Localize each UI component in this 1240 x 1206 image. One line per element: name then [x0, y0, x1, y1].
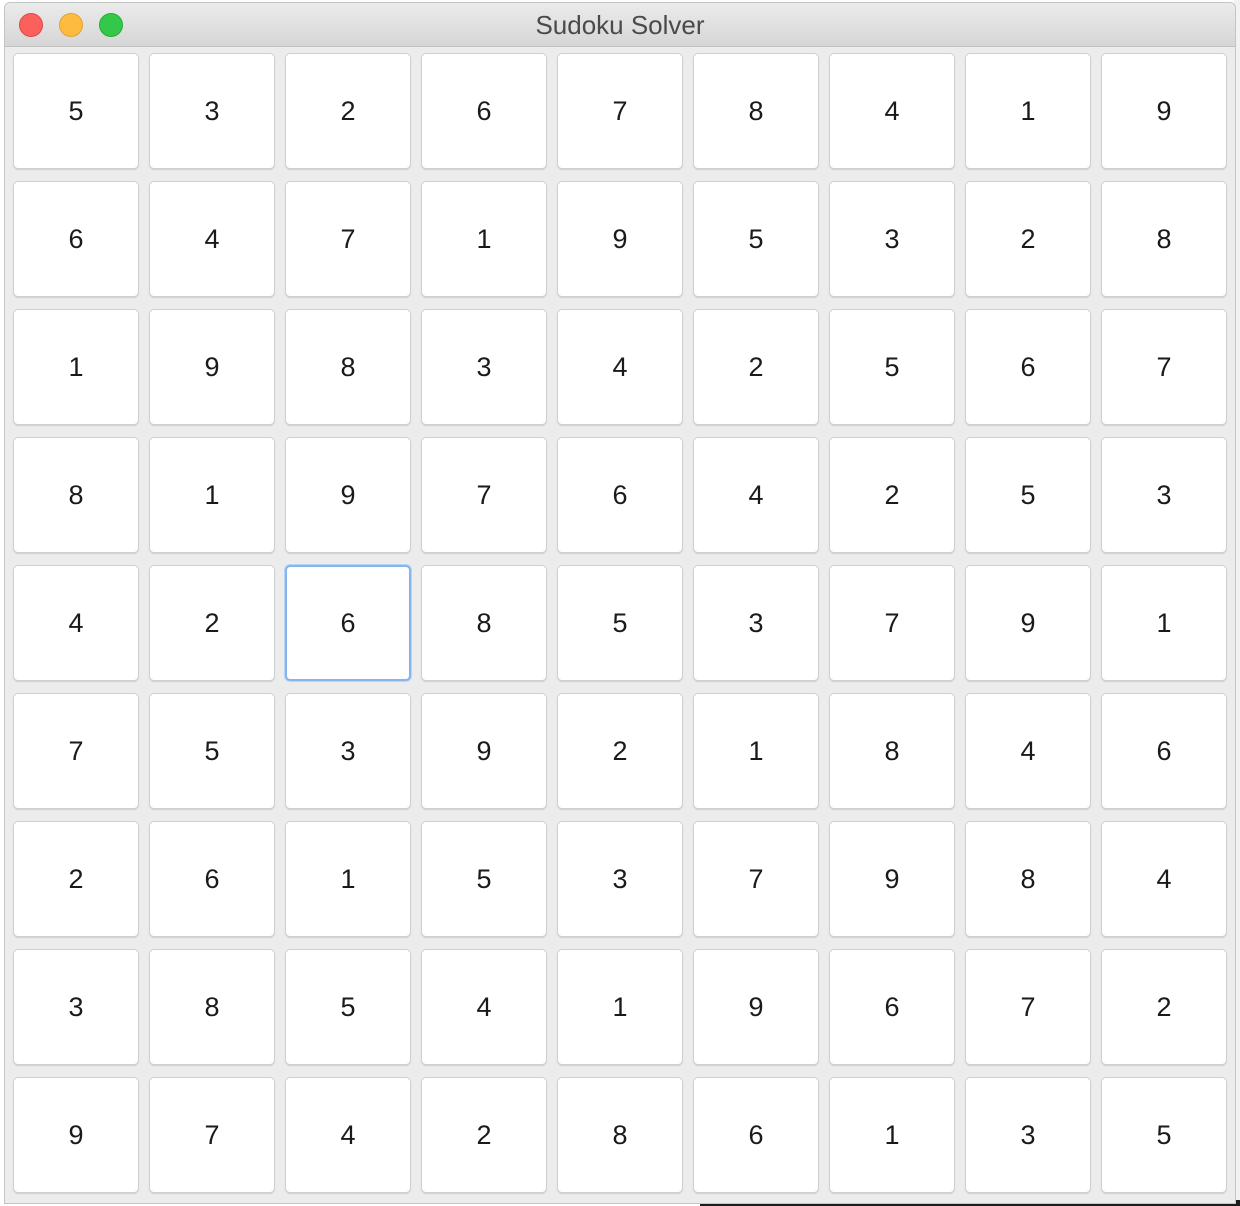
sudoku-cell-r6-c1[interactable]: 7	[13, 693, 139, 809]
sudoku-cell-r1-c2[interactable]: 3	[149, 53, 275, 169]
sudoku-cell-r4-c7[interactable]: 2	[829, 437, 955, 553]
sudoku-cell-r2-c4[interactable]: 1	[421, 181, 547, 297]
sudoku-cell-r3-c3[interactable]: 8	[285, 309, 411, 425]
sudoku-cell-r3-c4[interactable]: 3	[421, 309, 547, 425]
sudoku-cell-r6-c9[interactable]: 6	[1101, 693, 1227, 809]
sudoku-cell-r9-c5[interactable]: 8	[557, 1077, 683, 1193]
sudoku-cell-r5-c7[interactable]: 7	[829, 565, 955, 681]
sudoku-cell-r1-c8[interactable]: 1	[965, 53, 1091, 169]
sudoku-grid: 5326784196471953281983425678197642534268…	[13, 53, 1227, 1193]
sudoku-cell-r7-c8[interactable]: 8	[965, 821, 1091, 937]
sudoku-cell-r7-c7[interactable]: 9	[829, 821, 955, 937]
sudoku-cell-r9-c9[interactable]: 5	[1101, 1077, 1227, 1193]
sudoku-cell-r8-c1[interactable]: 3	[13, 949, 139, 1065]
sudoku-cell-r8-c3[interactable]: 5	[285, 949, 411, 1065]
sudoku-cell-r7-c5[interactable]: 3	[557, 821, 683, 937]
sudoku-cell-r7-c9[interactable]: 4	[1101, 821, 1227, 937]
sudoku-cell-r2-c3[interactable]: 7	[285, 181, 411, 297]
title-bar[interactable]: Sudoku Solver	[5, 3, 1235, 47]
sudoku-cell-r9-c3[interactable]: 4	[285, 1077, 411, 1193]
sudoku-cell-r3-c1[interactable]: 1	[13, 309, 139, 425]
sudoku-cell-r6-c7[interactable]: 8	[829, 693, 955, 809]
sudoku-cell-r9-c2[interactable]: 7	[149, 1077, 275, 1193]
sudoku-cell-r2-c8[interactable]: 2	[965, 181, 1091, 297]
sudoku-cell-r6-c4[interactable]: 9	[421, 693, 547, 809]
sudoku-cell-r9-c4[interactable]: 2	[421, 1077, 547, 1193]
sudoku-cell-r4-c6[interactable]: 4	[693, 437, 819, 553]
sudoku-cell-r3-c6[interactable]: 2	[693, 309, 819, 425]
sudoku-cell-r4-c8[interactable]: 5	[965, 437, 1091, 553]
sudoku-cell-r5-c6[interactable]: 3	[693, 565, 819, 681]
sudoku-cell-r7-c6[interactable]: 7	[693, 821, 819, 937]
sudoku-cell-r5-c5[interactable]: 5	[557, 565, 683, 681]
sudoku-cell-r3-c5[interactable]: 4	[557, 309, 683, 425]
sudoku-cell-r1-c9[interactable]: 9	[1101, 53, 1227, 169]
sudoku-cell-r3-c7[interactable]: 5	[829, 309, 955, 425]
sudoku-cell-r2-c7[interactable]: 3	[829, 181, 955, 297]
sudoku-cell-r8-c6[interactable]: 9	[693, 949, 819, 1065]
sudoku-cell-r6-c3[interactable]: 3	[285, 693, 411, 809]
sudoku-cell-r7-c4[interactable]: 5	[421, 821, 547, 937]
sudoku-cell-r5-c3[interactable]: 6	[285, 565, 411, 681]
sudoku-cell-r7-c1[interactable]: 2	[13, 821, 139, 937]
sudoku-cell-r4-c1[interactable]: 8	[13, 437, 139, 553]
sudoku-cell-r3-c8[interactable]: 6	[965, 309, 1091, 425]
sudoku-cell-r7-c3[interactable]: 1	[285, 821, 411, 937]
sudoku-cell-r5-c4[interactable]: 8	[421, 565, 547, 681]
sudoku-cell-r2-c5[interactable]: 9	[557, 181, 683, 297]
sudoku-cell-r4-c4[interactable]: 7	[421, 437, 547, 553]
window-title: Sudoku Solver	[535, 10, 705, 40]
sudoku-cell-r4-c2[interactable]: 1	[149, 437, 275, 553]
sudoku-cell-r2-c1[interactable]: 6	[13, 181, 139, 297]
sudoku-cell-r9-c7[interactable]: 1	[829, 1077, 955, 1193]
sudoku-cell-r3-c2[interactable]: 9	[149, 309, 275, 425]
sudoku-cell-r5-c1[interactable]: 4	[13, 565, 139, 681]
sudoku-cell-r1-c5[interactable]: 7	[557, 53, 683, 169]
sudoku-cell-r3-c9[interactable]: 7	[1101, 309, 1227, 425]
sudoku-cell-r2-c9[interactable]: 8	[1101, 181, 1227, 297]
sudoku-cell-r6-c8[interactable]: 4	[965, 693, 1091, 809]
sudoku-window: Sudoku Solver 53267841964719532819834256…	[4, 2, 1236, 1204]
sudoku-cell-r4-c3[interactable]: 9	[285, 437, 411, 553]
sudoku-cell-r7-c2[interactable]: 6	[149, 821, 275, 937]
sudoku-cell-r8-c9[interactable]: 2	[1101, 949, 1227, 1065]
sudoku-cell-r5-c9[interactable]: 1	[1101, 565, 1227, 681]
sudoku-cell-r8-c7[interactable]: 6	[829, 949, 955, 1065]
sudoku-cell-r1-c3[interactable]: 2	[285, 53, 411, 169]
sudoku-cell-r6-c2[interactable]: 5	[149, 693, 275, 809]
sudoku-cell-r5-c8[interactable]: 9	[965, 565, 1091, 681]
sudoku-cell-r1-c6[interactable]: 8	[693, 53, 819, 169]
sudoku-cell-r2-c6[interactable]: 5	[693, 181, 819, 297]
sudoku-cell-r9-c6[interactable]: 6	[693, 1077, 819, 1193]
sudoku-cell-r4-c9[interactable]: 3	[1101, 437, 1227, 553]
sudoku-cell-r6-c5[interactable]: 2	[557, 693, 683, 809]
sudoku-cell-r9-c1[interactable]: 9	[13, 1077, 139, 1193]
sudoku-cell-r1-c7[interactable]: 4	[829, 53, 955, 169]
sudoku-cell-r2-c2[interactable]: 4	[149, 181, 275, 297]
sudoku-cell-r8-c8[interactable]: 7	[965, 949, 1091, 1065]
sudoku-cell-r8-c4[interactable]: 4	[421, 949, 547, 1065]
sudoku-cell-r1-c4[interactable]: 6	[421, 53, 547, 169]
sudoku-cell-r5-c2[interactable]: 2	[149, 565, 275, 681]
sudoku-cell-r4-c5[interactable]: 6	[557, 437, 683, 553]
sudoku-cell-r8-c2[interactable]: 8	[149, 949, 275, 1065]
sudoku-cell-r9-c8[interactable]: 3	[965, 1077, 1091, 1193]
sudoku-cell-r8-c5[interactable]: 1	[557, 949, 683, 1065]
sudoku-cell-r6-c6[interactable]: 1	[693, 693, 819, 809]
sudoku-cell-r1-c1[interactable]: 5	[13, 53, 139, 169]
